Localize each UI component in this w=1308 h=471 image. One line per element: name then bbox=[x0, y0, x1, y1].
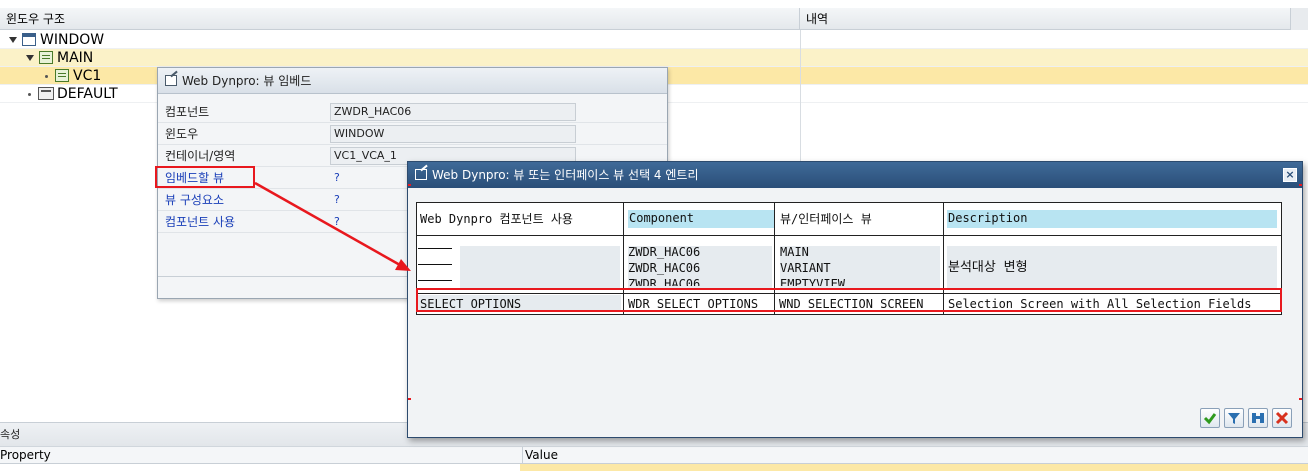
column-header-value[interactable]: Value bbox=[522, 447, 558, 464]
filter-icon bbox=[1228, 413, 1240, 424]
tree-node-label: WINDOW bbox=[40, 32, 105, 48]
view-container-icon bbox=[39, 51, 53, 64]
field-label-view-element: 뷰 구성요소 bbox=[165, 193, 225, 207]
checkmark-icon bbox=[1203, 413, 1217, 425]
tree-header: 윈도우 구조 내역 bbox=[0, 8, 1290, 30]
cancel-button[interactable] bbox=[1272, 408, 1292, 428]
binoculars-icon bbox=[1252, 413, 1264, 423]
field-label-component-usage: 컴포넌트 사용 bbox=[165, 215, 236, 229]
dialog-title: Web Dynpro: 뷰 또는 인터페이스 뷰 선택 4 엔트리 bbox=[432, 168, 699, 182]
filter-button[interactable] bbox=[1224, 408, 1244, 428]
close-button[interactable]: × bbox=[1283, 168, 1297, 182]
column-header-window-structure[interactable]: 윈도우 구조 bbox=[0, 8, 800, 30]
table-cell-view: MAIN bbox=[780, 245, 809, 259]
properties-title: 속성 bbox=[0, 428, 21, 441]
table-cell-view: VARIANT bbox=[780, 261, 831, 275]
window-field: WINDOW bbox=[330, 125, 576, 143]
edit-icon bbox=[415, 169, 427, 180]
window-icon bbox=[22, 33, 36, 46]
properties-header: Property Value bbox=[0, 446, 1308, 464]
component-field: ZWDR_HAC06 bbox=[330, 103, 576, 121]
ok-button[interactable] bbox=[1200, 408, 1220, 428]
field-row-component: 컴포넌트 ZWDR_HAC06 bbox=[158, 101, 667, 123]
column-header-property[interactable]: Property bbox=[0, 447, 51, 464]
tree-node-label: DEFAULT bbox=[57, 86, 118, 102]
table-cell-component: ZWDR_HAC06 bbox=[628, 261, 701, 275]
table-cell-description: 분석대상 변형 bbox=[948, 260, 1028, 275]
dialog-title-bar[interactable]: Web Dynpro: 뷰 또는 인터페이스 뷰 선택 4 엔트리 × bbox=[408, 162, 1302, 188]
table-cell-component: ZWDR_HAC06 bbox=[628, 245, 701, 259]
highlight-box-selected-row bbox=[416, 288, 1282, 312]
column-header-component[interactable]: Component bbox=[628, 210, 774, 228]
expand-triangle-icon[interactable] bbox=[26, 55, 34, 61]
tree-node-label: VC1 bbox=[73, 68, 102, 84]
view-container-icon bbox=[55, 69, 69, 82]
field-label-component: 컴포넌트 bbox=[165, 105, 210, 119]
inbound-plug-icon bbox=[38, 87, 54, 100]
column-settings-corner[interactable] bbox=[1290, 8, 1308, 30]
expand-triangle-icon[interactable] bbox=[9, 37, 17, 43]
column-header-description[interactable]: 내역 bbox=[800, 8, 1290, 30]
column-header-description[interactable]: Description bbox=[947, 210, 1277, 228]
edit-icon bbox=[165, 75, 177, 86]
properties-row[interactable] bbox=[0, 464, 1308, 471]
tree-node-window[interactable]: WINDOW bbox=[0, 31, 1308, 49]
field-row-window: 윈도우 WINDOW bbox=[158, 123, 667, 145]
field-label-window: 윈도우 bbox=[165, 127, 199, 141]
tree-node-main[interactable]: MAIN bbox=[0, 49, 1308, 67]
find-button[interactable] bbox=[1248, 408, 1268, 428]
tree-node-label: MAIN bbox=[57, 50, 94, 66]
column-header-usage[interactable]: Web Dynpro 컴포넌트 사용 bbox=[420, 211, 573, 227]
dialog-button-bar bbox=[1200, 408, 1296, 428]
dialog-title: Web Dynpro: 뷰 임베드 bbox=[182, 74, 312, 88]
column-header-view[interactable]: 뷰/인터페이스 뷰 bbox=[780, 211, 872, 227]
field-label-container: 컨테이너/영역 bbox=[165, 149, 236, 163]
dialog-title-bar[interactable]: Web Dynpro: 뷰 임베드 bbox=[158, 68, 667, 94]
cancel-icon bbox=[1275, 411, 1289, 425]
highlight-box-view-to-embed bbox=[155, 166, 255, 188]
